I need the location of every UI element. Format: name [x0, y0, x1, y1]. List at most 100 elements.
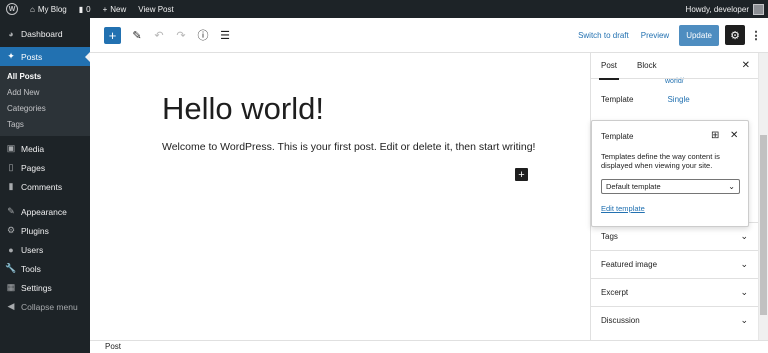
howdy-label: Howdy, developer	[685, 4, 749, 14]
paragraph-block[interactable]: Welcome to WordPress. This is your first…	[162, 141, 535, 153]
preview-button[interactable]: Preview	[635, 31, 675, 40]
sidebar-item-label: Tools	[21, 263, 41, 274]
submenu-tags[interactable]: Tags	[0, 117, 90, 133]
close-popover-button[interactable]: ✕	[730, 130, 738, 141]
sidebar-item-posts[interactable]: ✦ Posts	[0, 47, 90, 66]
view-post-label: View Post	[138, 4, 174, 14]
avatar	[753, 3, 764, 15]
editor-canvas: Hello world! Welcome to WordPress. This …	[90, 53, 590, 340]
section-label: Tags	[601, 232, 618, 241]
comments-link[interactable]: ▮ 0	[73, 0, 97, 18]
section-label: Discussion	[601, 316, 640, 325]
sidebar-item-label: Comments	[21, 181, 63, 192]
view-post-link[interactable]: View Post	[132, 0, 179, 18]
pencil-icon: ✎	[132, 29, 142, 42]
sidebar-item-label: Plugins	[21, 225, 49, 236]
sidebar-item-label: Dashboard	[21, 28, 63, 39]
chevron-down-icon: ⌄	[728, 182, 735, 191]
add-template-button[interactable]: ⊞	[711, 130, 719, 141]
sidebar-item-tools[interactable]: 🔧 Tools	[0, 259, 90, 278]
pin-icon: ✦	[7, 51, 15, 61]
template-row: Template Single	[591, 86, 758, 112]
collapse-icon: ◀	[7, 301, 15, 311]
admin-sidebar: ◕ Dashboard ✦ Posts All Posts Add New Ca…	[0, 18, 90, 353]
undo-button[interactable]: ↶	[149, 25, 169, 45]
comment-bubble-icon: ▮	[78, 4, 84, 14]
sidebar-item-appearance[interactable]: ✎ Appearance	[0, 202, 90, 221]
sidebar-item-pages[interactable]: ▯ Pages	[0, 158, 90, 177]
admin-bar: W ⌂ My Blog ▮ 0 + New View Post Howdy, d…	[0, 0, 768, 18]
sidebar-item-media[interactable]: ▣ Media	[0, 139, 90, 158]
panel-section-discussion[interactable]: Discussion ⌄	[591, 306, 758, 334]
sidebar-item-label: Settings	[21, 282, 52, 293]
panel-tabs: Post Block ✕	[591, 53, 758, 80]
tools-button[interactable]: ✎	[127, 25, 147, 45]
settings-toggle-button[interactable]: ⚙	[725, 25, 745, 45]
sidebar-item-dashboard[interactable]: ◕ Dashboard	[0, 24, 90, 43]
section-label: Excerpt	[601, 288, 629, 297]
options-menu-button[interactable]: ⋮	[748, 25, 764, 45]
sidebar-item-users[interactable]: ● Users	[0, 240, 90, 259]
template-popover: Template ⊞ ✕ Templates define the way co…	[591, 120, 749, 227]
block-inserter-button[interactable]: +	[104, 26, 121, 44]
add-block-button[interactable]: +	[515, 168, 528, 181]
panel-section-excerpt[interactable]: Excerpt ⌄	[591, 278, 758, 306]
update-button[interactable]: Update	[679, 24, 719, 46]
sidebar-item-plugins[interactable]: ⚙ Plugins	[0, 221, 90, 240]
account-menu[interactable]: Howdy, developer	[680, 0, 768, 18]
site-name-link[interactable]: ⌂ My Blog	[24, 0, 73, 18]
dashboard-icon: ◕	[8, 28, 14, 39]
template-value-button[interactable]: Single	[667, 95, 689, 104]
post-title[interactable]: Hello world!	[162, 91, 324, 127]
undo-icon: ↶	[154, 29, 164, 42]
panel-section-featured-image[interactable]: Featured image ⌄	[591, 250, 758, 278]
panel-scrollbar[interactable]	[758, 53, 768, 340]
submenu-categories[interactable]: Categories	[0, 101, 90, 117]
sidebar-item-comments[interactable]: ▮ Comments	[0, 177, 90, 196]
list-view-icon: ☰	[220, 29, 230, 42]
redo-button[interactable]: ↷	[171, 25, 191, 45]
chevron-down-icon: ⌄	[740, 259, 748, 269]
chevron-down-icon: ⌄	[740, 231, 748, 241]
tab-post[interactable]: Post	[591, 53, 627, 80]
sidebar-item-label: Users	[21, 244, 44, 255]
list-view-button[interactable]: ☰	[215, 25, 235, 45]
tab-block[interactable]: Block	[627, 53, 667, 79]
redo-icon: ↷	[176, 29, 186, 42]
template-label: Template	[601, 94, 634, 104]
editor-toolbar: + ✎ ↶ ↷ ⓘ ☰ Switch to draft Preview Upda…	[90, 18, 768, 53]
wordpress-icon: W	[6, 3, 18, 15]
plus-icon: +	[102, 4, 108, 14]
more-vertical-icon: ⋮	[750, 29, 762, 42]
add-template-icon: ⊞	[711, 130, 720, 141]
submenu-add-new[interactable]: Add New	[0, 85, 90, 101]
new-content-link[interactable]: + New	[97, 0, 133, 18]
comments-icon: ▮	[8, 181, 14, 191]
edit-template-link[interactable]: Edit template	[601, 204, 645, 213]
home-icon: ⌂	[30, 4, 35, 14]
tools-icon: 🔧	[5, 263, 17, 273]
wordpress-logo-button[interactable]: W	[0, 0, 24, 18]
section-label: Featured image	[601, 260, 658, 269]
close-settings-button[interactable]: ✕	[742, 60, 750, 71]
details-button[interactable]: ⓘ	[193, 25, 213, 45]
breadcrumb[interactable]: Post	[105, 342, 121, 351]
sidebar-item-settings[interactable]: ▦ Settings	[0, 278, 90, 297]
editor-footer: Post	[90, 340, 768, 353]
sidebar-item-label: Collapse menu	[21, 301, 78, 312]
comments-count: 0	[86, 4, 91, 14]
new-label: New	[110, 4, 127, 14]
submenu-all-posts[interactable]: All Posts	[0, 69, 90, 85]
template-select-value: Default template	[606, 182, 661, 191]
sidebar-item-label: Posts	[21, 51, 43, 62]
switch-to-draft-button[interactable]: Switch to draft	[572, 31, 635, 40]
scrollbar-thumb[interactable]	[760, 135, 767, 315]
chevron-down-icon: ⌄	[740, 315, 748, 325]
collapse-menu-button[interactable]: ◀ Collapse menu	[0, 297, 90, 316]
media-icon: ▣	[6, 143, 16, 153]
template-select[interactable]: Default template ⌄	[601, 179, 740, 194]
plus-icon: +	[108, 27, 117, 43]
close-icon: ✕	[730, 130, 739, 141]
sidebar-item-label: Appearance	[21, 206, 67, 217]
site-name-label: My Blog	[37, 4, 67, 14]
